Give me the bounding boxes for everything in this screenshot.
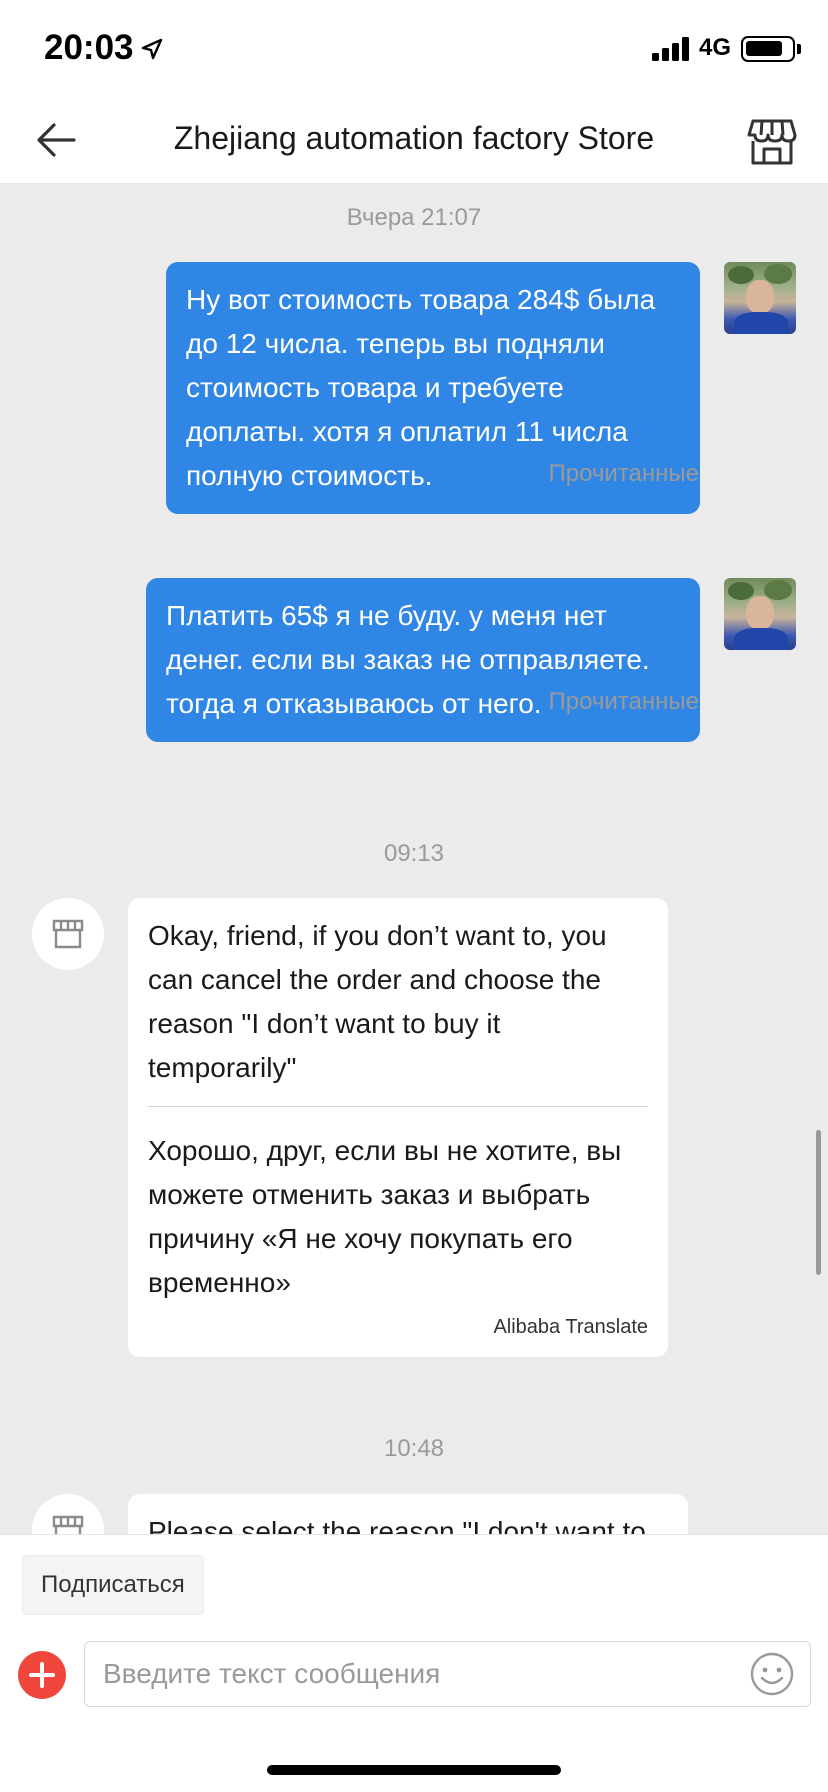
message-translated-text: Хорошо, друг, если вы не хотите, вы може… xyxy=(148,1135,622,1298)
incoming-message[interactable]: Please select the reason "I don't want t… xyxy=(128,1494,688,1534)
message-timestamp: 10:48 xyxy=(383,1435,445,1462)
message-input-container[interactable] xyxy=(84,1641,811,1707)
store-icon xyxy=(52,919,84,949)
message-timestamp: 09:13 xyxy=(383,840,445,867)
battery-icon xyxy=(741,36,795,62)
message-original-text: Okay, friend, if you don’t want to, you … xyxy=(148,920,607,1083)
translation-credit: Alibaba Translate xyxy=(493,1316,648,1338)
location-arrow-icon xyxy=(141,38,163,60)
page-title: Zhejiang automation factory Store xyxy=(173,120,655,156)
read-receipt: Прочитанные xyxy=(548,688,699,715)
store-avatar[interactable] xyxy=(32,1494,104,1534)
translation-divider xyxy=(148,1106,648,1107)
network-type: 4G xyxy=(699,34,732,61)
store-icon xyxy=(52,1515,84,1534)
message-timestamp: Вчера 21:07 xyxy=(346,204,482,231)
subscribe-button[interactable]: Подписаться xyxy=(22,1555,204,1615)
composer-bar: Подписаться xyxy=(0,1534,828,1792)
user-avatar[interactable] xyxy=(724,578,796,650)
incoming-message[interactable]: Okay, friend, if you don’t want to, you … xyxy=(128,898,668,1357)
scrollbar[interactable] xyxy=(816,1130,821,1275)
battery-tip xyxy=(797,44,801,54)
outgoing-message[interactable]: Платить 65$ я не буду. у меня нет денег.… xyxy=(146,578,700,742)
read-receipt: Прочитанные xyxy=(548,460,699,487)
home-indicator xyxy=(267,1765,561,1775)
message-input[interactable] xyxy=(103,1652,723,1696)
back-arrow-icon[interactable] xyxy=(30,114,82,166)
store-avatar[interactable] xyxy=(32,898,104,970)
store-icon[interactable] xyxy=(744,113,800,169)
nav-bar: Zhejiang automation factory Store xyxy=(0,96,828,184)
user-avatar[interactable] xyxy=(724,262,796,334)
plus-icon[interactable] xyxy=(18,1651,66,1699)
emoji-icon[interactable] xyxy=(749,1651,795,1697)
status-bar: 20:03 4G xyxy=(0,0,828,96)
signal-strength-icon xyxy=(652,37,692,61)
message-original-text: Please select the reason "I don't want t… xyxy=(148,1516,646,1534)
chat-message-list[interactable]: Вчера 21:07 Ну вот стоимость товара 284$… xyxy=(0,184,828,1534)
status-time: 20:03 xyxy=(44,28,134,67)
